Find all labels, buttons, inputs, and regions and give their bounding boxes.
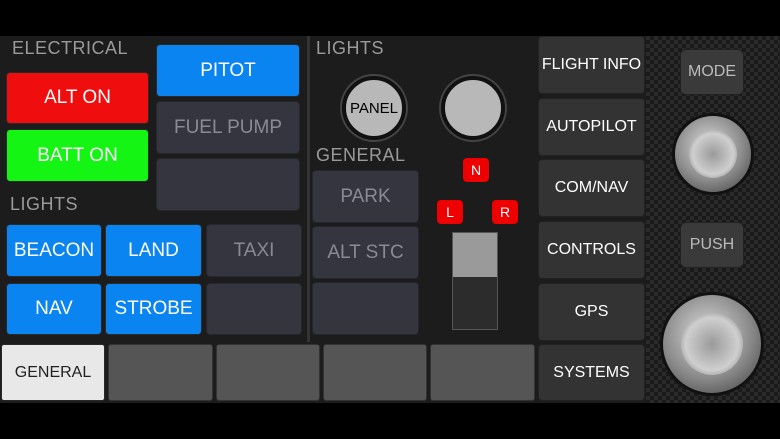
gear-lever-handle[interactable] — [453, 233, 497, 277]
push-button[interactable]: PUSH — [680, 222, 744, 268]
light-knob-2[interactable] — [441, 76, 505, 140]
tab-general[interactable]: GENERAL — [1, 344, 105, 401]
nav-autopilot[interactable]: AUTOPILOT — [538, 98, 645, 156]
beacon-button[interactable]: BEACON — [6, 224, 102, 277]
empty-button-3[interactable] — [312, 282, 419, 335]
tab-empty-1[interactable] — [108, 344, 213, 401]
batt-on-button[interactable]: BATT ON — [6, 129, 149, 182]
nav-systems[interactable]: SYSTEMS — [538, 344, 645, 401]
tab-empty-2[interactable] — [216, 344, 320, 401]
alt-stc-button[interactable]: ALT STC — [312, 226, 419, 279]
upper-rotary-knob[interactable] — [672, 113, 754, 195]
land-button[interactable]: LAND — [105, 224, 202, 277]
strobe-button[interactable]: STROBE — [105, 283, 202, 335]
gear-left-indicator: L — [437, 200, 463, 224]
panel-light-knob[interactable]: PANEL — [342, 76, 406, 140]
park-button[interactable]: PARK — [312, 170, 419, 223]
lower-rotary-knob[interactable] — [660, 292, 764, 396]
nav-controls[interactable]: CONTROLS — [538, 221, 645, 279]
electrical-heading: ELECTRICAL — [12, 38, 129, 58]
lights-mid-heading: LIGHTS — [316, 38, 385, 58]
empty-button-2[interactable] — [206, 283, 302, 335]
empty-button-1[interactable] — [156, 158, 300, 211]
gear-right-indicator: R — [492, 200, 518, 224]
nav-button[interactable]: NAV — [6, 283, 102, 335]
taxi-button[interactable]: TAXI — [206, 224, 302, 277]
nav-flight-info[interactable]: FLIGHT INFO — [538, 36, 645, 94]
lights-heading: LIGHTS — [10, 194, 79, 214]
column-divider — [307, 36, 310, 342]
tab-empty-4[interactable] — [430, 344, 535, 401]
mode-button[interactable]: MODE — [680, 49, 744, 95]
general-heading: GENERAL — [316, 145, 406, 165]
alt-on-button[interactable]: ALT ON — [6, 72, 149, 124]
nav-com-nav[interactable]: COM/NAV — [538, 159, 645, 217]
nav-gps[interactable]: GPS — [538, 283, 645, 341]
tab-empty-3[interactable] — [323, 344, 427, 401]
gear-nose-indicator: N — [463, 158, 489, 182]
pitot-button[interactable]: PITOT — [156, 44, 300, 97]
fuel-pump-button[interactable]: FUEL PUMP — [156, 101, 300, 154]
